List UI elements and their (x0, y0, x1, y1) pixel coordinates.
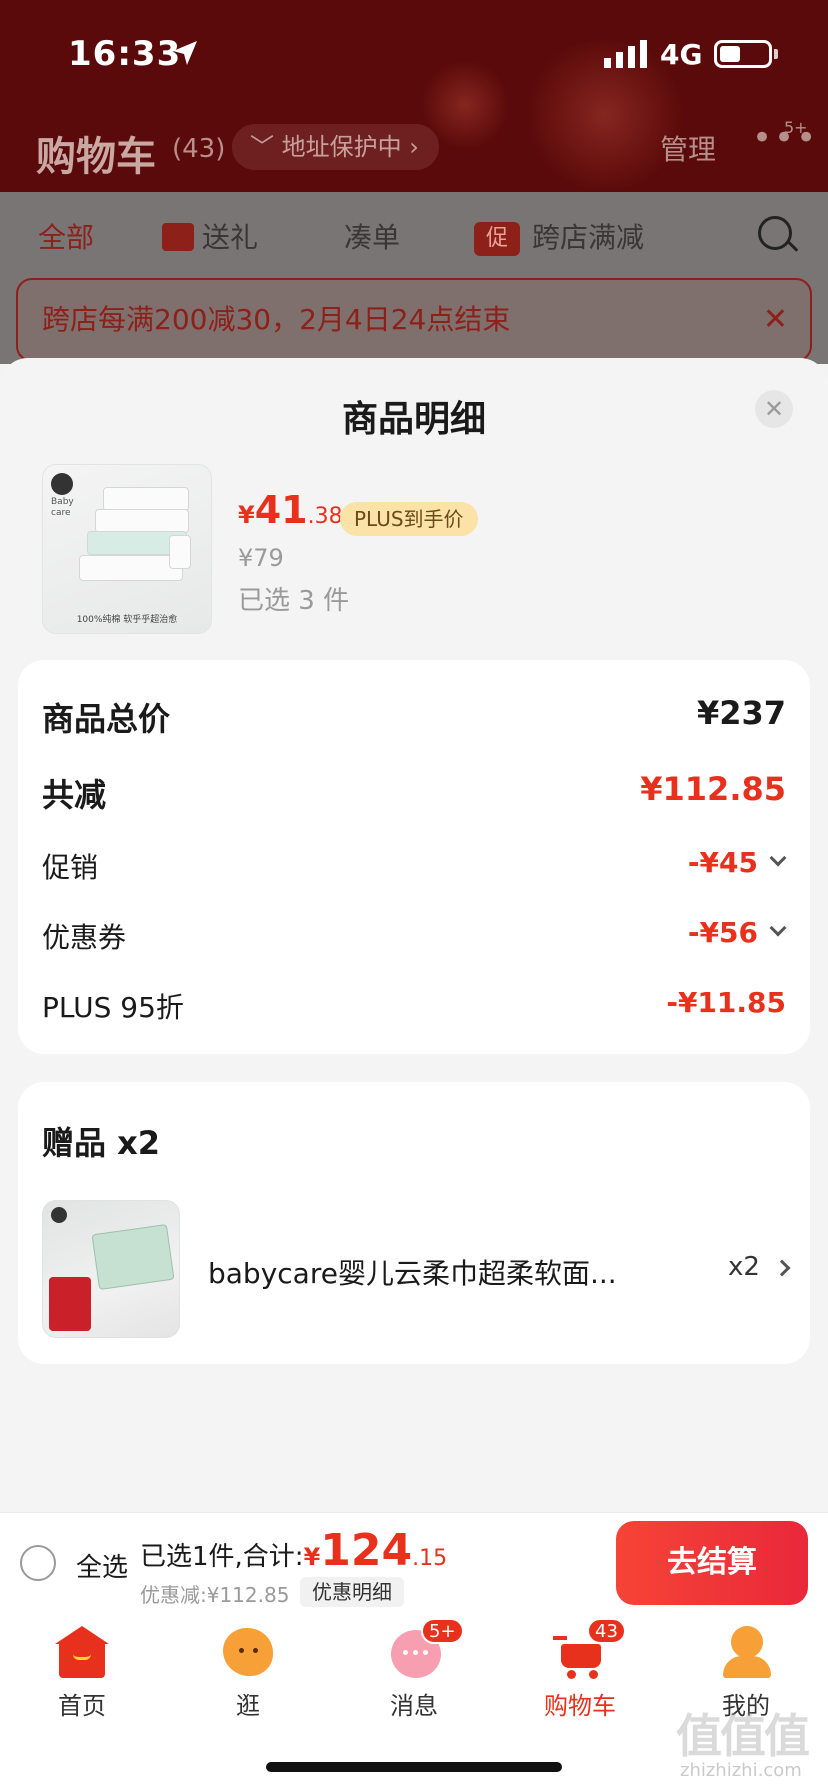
tab-bundle[interactable]: 凑单 (344, 216, 400, 256)
chevron-down-icon[interactable] (769, 919, 787, 937)
watermark-url: zhizhizhi.com (680, 1760, 802, 1781)
tab-browse[interactable]: 逛 (188, 1626, 308, 1721)
profile-icon (719, 1626, 773, 1678)
gift-image[interactable] (42, 1200, 180, 1338)
chevron-right-icon[interactable] (773, 1259, 791, 1277)
summary-row-plus: PLUS 95折 -¥11.85 (42, 986, 786, 1026)
address-protection-label: 地址保护中 › (281, 133, 419, 161)
more-badge: 5+ (784, 118, 808, 137)
plus-discount-value: -¥11.85 (666, 986, 786, 1019)
product-image[interactable]: Baby care 100%纯棉 软乎乎超治愈 (42, 464, 212, 634)
cart-badge: 43 (587, 1618, 626, 1644)
product-detail-sheet: 商品明细 ✕ Baby care 100%纯棉 软乎乎超治愈 ¥41.38 PL… (0, 358, 828, 1512)
coupon-value: -¥56 (687, 916, 758, 949)
product-image-caption: 100%纯棉 软乎乎超治愈 (76, 615, 178, 625)
home-indicator[interactable] (266, 1762, 562, 1772)
status-time: 16:33 (68, 34, 182, 74)
message-badge: 5+ (421, 1618, 464, 1644)
cart-count: (43) (172, 134, 226, 164)
tab-label: 购物车 (544, 1692, 616, 1720)
battery-icon (714, 40, 772, 68)
cart-filter-tabs: 全部 送礼 凑单 促跨店满减 (0, 192, 828, 274)
promo-tag: 促 (474, 222, 520, 256)
tab-label: 全部 (38, 221, 95, 254)
tab-label: 逛 (236, 1692, 260, 1720)
close-icon[interactable]: ✕ (763, 280, 788, 360)
tab-messages[interactable]: 5+ 消息 (354, 1618, 474, 1721)
home-icon (55, 1626, 109, 1678)
total-summary: 已选1件,合计:¥124.15 (140, 1525, 448, 1576)
checkout-button[interactable]: 去结算 (616, 1521, 808, 1605)
plus-discount-label: PLUS 95折 (42, 991, 184, 1024)
original-price: ¥79 (238, 544, 284, 572)
tab-label: 消息 (390, 1692, 438, 1720)
reduced-label: 共减 (42, 776, 107, 814)
select-all-checkbox[interactable] (20, 1545, 56, 1581)
battery-cap (774, 49, 778, 59)
reduced-value: ¥112.85 (640, 770, 786, 808)
tab-label: 凑单 (344, 221, 401, 254)
promotion-value: -¥45 (687, 846, 758, 879)
browse-icon (221, 1626, 275, 1678)
gift-icon (162, 223, 194, 251)
selected-count: 已选 3 件 (238, 586, 350, 616)
brand-logo-icon (51, 473, 73, 495)
plus-price-tag: PLUS到手价 (340, 502, 478, 536)
total-amount: 124 (320, 1525, 413, 1576)
close-icon[interactable]: ✕ (755, 390, 793, 428)
gift-title: 赠品 x2 (42, 1124, 161, 1162)
total-value: ¥237 (696, 694, 786, 732)
tab-all[interactable]: 全部 (38, 216, 94, 256)
message-icon: 5+ (387, 1618, 464, 1678)
discount-detail-button[interactable]: 优惠明细 (300, 1577, 404, 1607)
address-protection-pill[interactable]: ﹀ 地址保护中 › (232, 124, 439, 170)
total-label: 商品总价 (42, 700, 171, 738)
sheet-title: 商品明细 (341, 399, 486, 440)
tab-label: 跨店满减 (532, 221, 645, 254)
signal-icon (604, 40, 647, 68)
summary-row-total: 商品总价 ¥237 (42, 694, 786, 738)
select-all-label[interactable]: 全选 (76, 1547, 128, 1584)
current-price: ¥41.38 (238, 488, 343, 532)
status-bar: 16:33 4G (0, 0, 828, 110)
checkout-bar: 全选 已选1件,合计:¥124.15 优惠减:¥112.85 优惠明细 去结算 (0, 1512, 828, 1612)
search-icon[interactable] (758, 216, 792, 250)
discount-summary: 优惠减:¥112.85 (140, 1583, 290, 1607)
location-arrow-icon (173, 41, 197, 65)
gift-item-name[interactable]: babycare婴儿云柔巾超柔软面... (208, 1252, 617, 1292)
summary-row-promotion[interactable]: 促销 -¥45 (42, 846, 787, 886)
gift-item-qty: x2 (728, 1252, 760, 1282)
cart-title: 购物车 (36, 134, 156, 180)
tab-cross-store[interactable]: 促跨店满减 (474, 216, 644, 256)
tab-home[interactable]: 首页 (22, 1626, 142, 1721)
promo-banner: 跨店每满200减30，2月4日24点结束 ✕ (16, 278, 812, 362)
promo-banner-text: 跨店每满200减30，2月4日24点结束 (42, 303, 511, 336)
coupon-label: 优惠券 (42, 921, 127, 954)
network-label: 4G (660, 38, 703, 71)
summary-row-coupon[interactable]: 优惠券 -¥56 (42, 916, 787, 956)
brand-logo-icon (51, 1207, 67, 1223)
chevron-down-icon[interactable] (769, 849, 787, 867)
tab-gift[interactable]: 送礼 (162, 216, 258, 256)
manage-button[interactable]: 管理 (660, 128, 716, 168)
gift-card: 赠品 x2 babycare婴儿云柔巾超柔软面... x2 (18, 1082, 810, 1364)
product-image-brand: Baby care (51, 497, 74, 518)
watermark: 值值值 (676, 1709, 810, 1763)
tab-cart[interactable]: 43 购物车 (520, 1618, 640, 1721)
promotion-label: 促销 (42, 851, 99, 884)
total-summary-label: 已选1件,合计: (140, 1542, 304, 1572)
tab-label: 送礼 (202, 221, 259, 254)
price-summary-card: 商品总价 ¥237 共减 ¥112.85 促销 -¥45 优惠券 -¥56 PL… (18, 660, 810, 1054)
tab-label: 首页 (58, 1692, 106, 1720)
cart-icon: 43 (553, 1618, 626, 1679)
summary-row-reduced: 共减 ¥112.85 (42, 770, 786, 814)
